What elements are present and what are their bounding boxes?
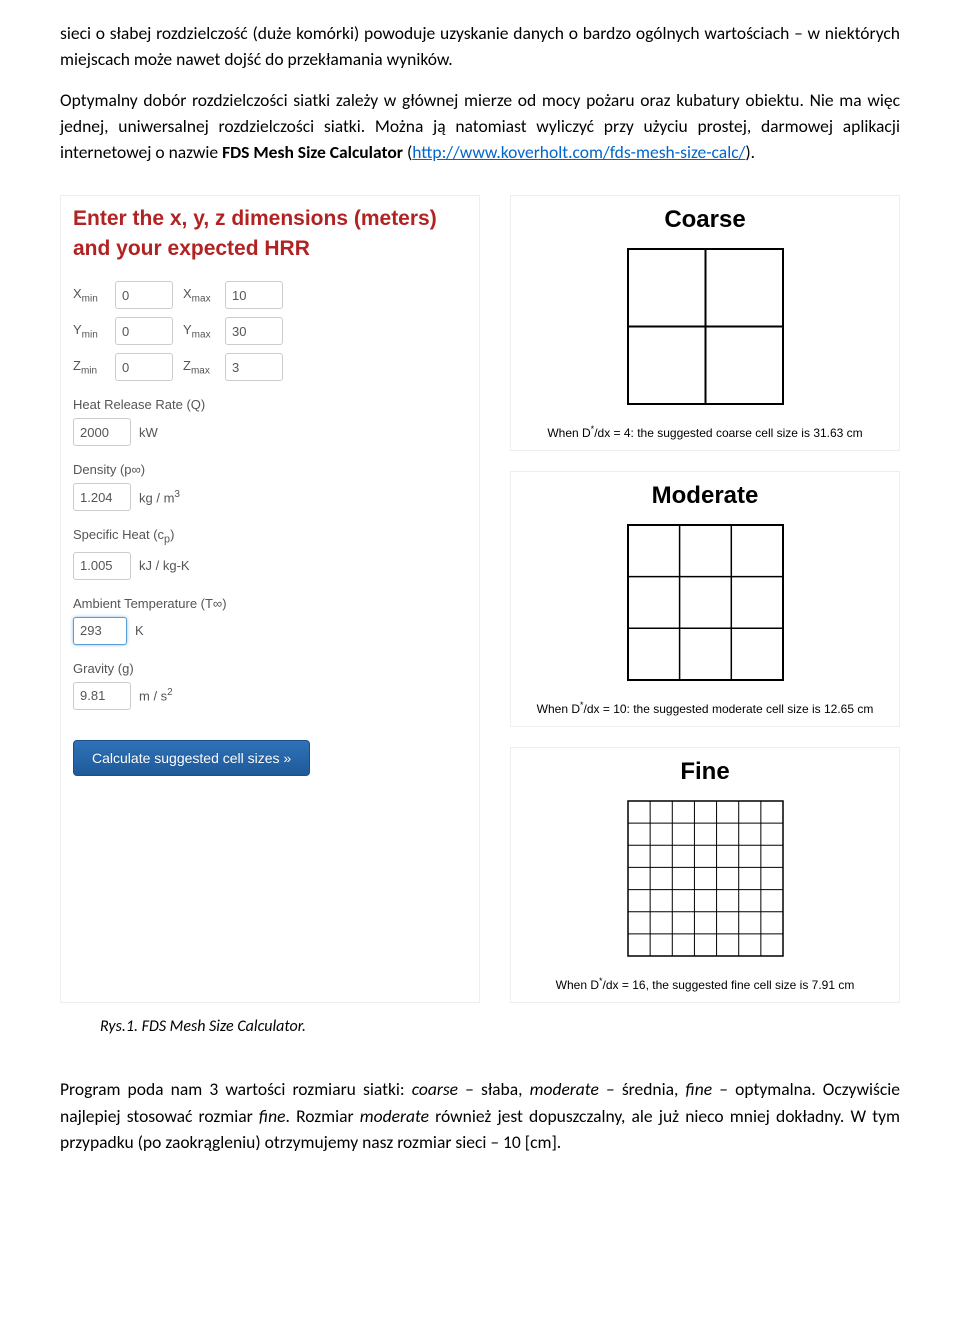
temp-unit: K xyxy=(135,623,144,638)
form-heading: Enter the x, y, z dimensions (meters) an… xyxy=(73,204,467,263)
gravity-unit: m / s2 xyxy=(139,687,173,703)
fds-link[interactable]: http://www.koverholt.com/fds-mesh-size-c… xyxy=(412,141,745,163)
fine-title: Fine xyxy=(523,758,887,786)
hrr-input[interactable] xyxy=(73,418,131,446)
cp-block: Specific Heat (cp) kJ / kg-K xyxy=(73,527,467,580)
density-unit: kg / m3 xyxy=(139,489,180,505)
coarse-caption-val: 31.63 cm xyxy=(813,426,862,440)
cp-input[interactable] xyxy=(73,552,131,580)
cp-label: Specific Heat (cp) xyxy=(73,527,467,546)
moderate-caption: When D*/dx = 10: the suggested moderate … xyxy=(523,700,887,716)
fine-grid-icon xyxy=(523,796,887,966)
coarse-title: Coarse xyxy=(523,206,887,234)
zmax-label: Zmax xyxy=(183,358,215,377)
xmax-label: Xmax xyxy=(183,286,215,305)
gravity-block: Gravity (g) m / s2 xyxy=(73,661,467,710)
fine-card: Fine When D*/dx = 16, the suggested fine… xyxy=(510,747,900,1003)
para2-open: ( xyxy=(403,141,412,163)
temp-label: Ambient Temperature (T∞) xyxy=(73,596,467,611)
xmin-label: Xmin xyxy=(73,286,105,305)
temp-block: Ambient Temperature (T∞) K xyxy=(73,596,467,645)
zmax-input[interactable] xyxy=(225,353,283,381)
gravity-label: Gravity (g) xyxy=(73,661,467,676)
hrr-block: Heat Release Rate (Q) kW xyxy=(73,397,467,446)
moderate-card: Moderate When D*/dx = 10: the suggested … xyxy=(510,471,900,727)
hrr-unit: kW xyxy=(139,425,158,440)
density-label: Density (p∞) xyxy=(73,462,467,477)
ymin-label: Ymin xyxy=(73,322,105,341)
figure-area: Enter the x, y, z dimensions (meters) an… xyxy=(60,195,900,1003)
fds-app-name: FDS Mesh Size Calculator xyxy=(222,141,403,163)
moderate-grid-icon xyxy=(523,520,887,690)
density-input[interactable] xyxy=(73,483,131,511)
mesh-examples-panel: Coarse When D*/dx = 4: the suggested coa… xyxy=(510,195,900,1003)
coarse-grid-icon xyxy=(523,244,887,414)
paragraph-2: Optymalny dobór rozdzielczości siatki za… xyxy=(60,87,900,166)
y-row: Ymin Ymax xyxy=(73,317,467,345)
xmin-input[interactable] xyxy=(115,281,173,309)
ymax-label: Ymax xyxy=(183,322,215,341)
calculate-button[interactable]: Calculate suggested cell sizes » xyxy=(73,740,310,776)
gravity-input[interactable] xyxy=(73,682,131,710)
figure-caption: Rys.1. FDS Mesh Size Calculator. xyxy=(100,1017,900,1036)
moderate-caption-val: 12.65 cm xyxy=(824,702,873,716)
x-row: Xmin Xmax xyxy=(73,281,467,309)
moderate-title: Moderate xyxy=(523,482,887,510)
para2-close: ). xyxy=(745,141,755,163)
cp-unit: kJ / kg-K xyxy=(139,558,190,573)
calculator-form-panel: Enter the x, y, z dimensions (meters) an… xyxy=(60,195,480,1003)
zmin-input[interactable] xyxy=(115,353,173,381)
moderate-caption-pre: When D*/dx = 10: the suggested moderate … xyxy=(537,702,824,716)
paragraph-3: Program poda nam 3 wartości rozmiaru sia… xyxy=(60,1076,900,1155)
ymin-input[interactable] xyxy=(115,317,173,345)
density-block: Density (p∞) kg / m3 xyxy=(73,462,467,511)
fine-caption: When D*/dx = 16, the suggested fine cell… xyxy=(523,976,887,992)
z-row: Zmin Zmax xyxy=(73,353,467,381)
temp-input[interactable] xyxy=(73,617,127,645)
coarse-caption: When D*/dx = 4: the suggested coarse cel… xyxy=(523,424,887,440)
fine-caption-pre: When D*/dx = 16, the suggested fine cell… xyxy=(556,978,812,992)
coarse-caption-pre: When D*/dx = 4: the suggested coarse cel… xyxy=(547,426,813,440)
paragraph-1: sieci o słabej rozdzielczość (duże komór… xyxy=(60,20,900,73)
ymax-input[interactable] xyxy=(225,317,283,345)
fine-caption-val: 7.91 cm xyxy=(812,978,855,992)
xmax-input[interactable] xyxy=(225,281,283,309)
coarse-card: Coarse When D*/dx = 4: the suggested coa… xyxy=(510,195,900,451)
zmin-label: Zmin xyxy=(73,358,105,377)
hrr-label: Heat Release Rate (Q) xyxy=(73,397,467,412)
